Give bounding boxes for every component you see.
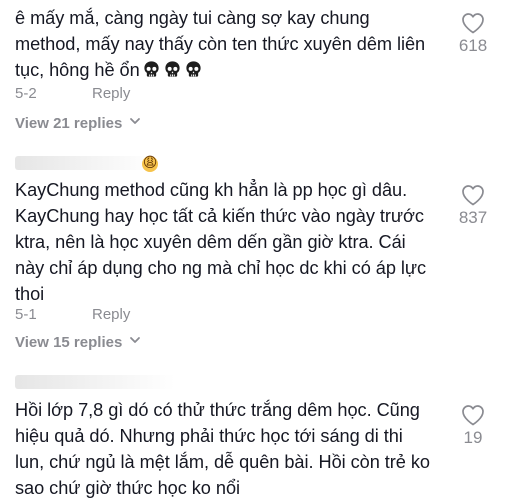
view-replies-label: View 21 replies	[15, 115, 123, 132]
skull-icon	[144, 61, 159, 77]
heart-outline-icon[interactable]	[461, 184, 485, 206]
reply-button[interactable]: Reply	[92, 305, 130, 325]
view-replies-button[interactable]: View 21 replies	[15, 114, 141, 134]
heart-outline-icon[interactable]	[461, 12, 485, 34]
comment-meta: 5-1 Reply	[15, 305, 130, 325]
comment-date: 5-2	[15, 85, 37, 102]
like-control: 837	[448, 184, 498, 228]
reply-button[interactable]: Reply	[92, 84, 130, 104]
comment-text: Hồi lớp 7,8 gì dó có thử thức trắng dêm …	[15, 400, 430, 498]
heart-outline-icon[interactable]	[461, 404, 485, 426]
comment-emoji-group	[140, 60, 203, 80]
like-count: 19	[463, 428, 483, 447]
comment-date: 5-1	[15, 306, 37, 323]
comment-text: ê mấy mắ, càng ngày tui càng sợ kay chun…	[15, 8, 426, 80]
username-redacted	[15, 375, 175, 389]
like-control: 19	[448, 404, 498, 448]
username-redacted	[15, 156, 155, 170]
skull-icon	[165, 61, 180, 77]
like-count: 837	[458, 208, 488, 227]
skull-icon	[186, 61, 201, 77]
comments-panel: ê mấy mắ, càng ngày tui càng sợ kay chun…	[0, 0, 509, 498]
username-emoji: 😩	[142, 155, 158, 172]
like-control: 618	[448, 12, 498, 56]
view-replies-label: View 15 replies	[15, 334, 123, 351]
view-replies-button[interactable]: View 15 replies	[15, 333, 141, 353]
comment-meta: 5-2 Reply	[15, 84, 130, 104]
comment-text: KayChung method cũng kh hẳn là pp học gì…	[15, 180, 427, 304]
chevron-down-icon	[130, 337, 141, 343]
like-count: 618	[458, 36, 488, 55]
chevron-down-icon	[130, 118, 141, 124]
